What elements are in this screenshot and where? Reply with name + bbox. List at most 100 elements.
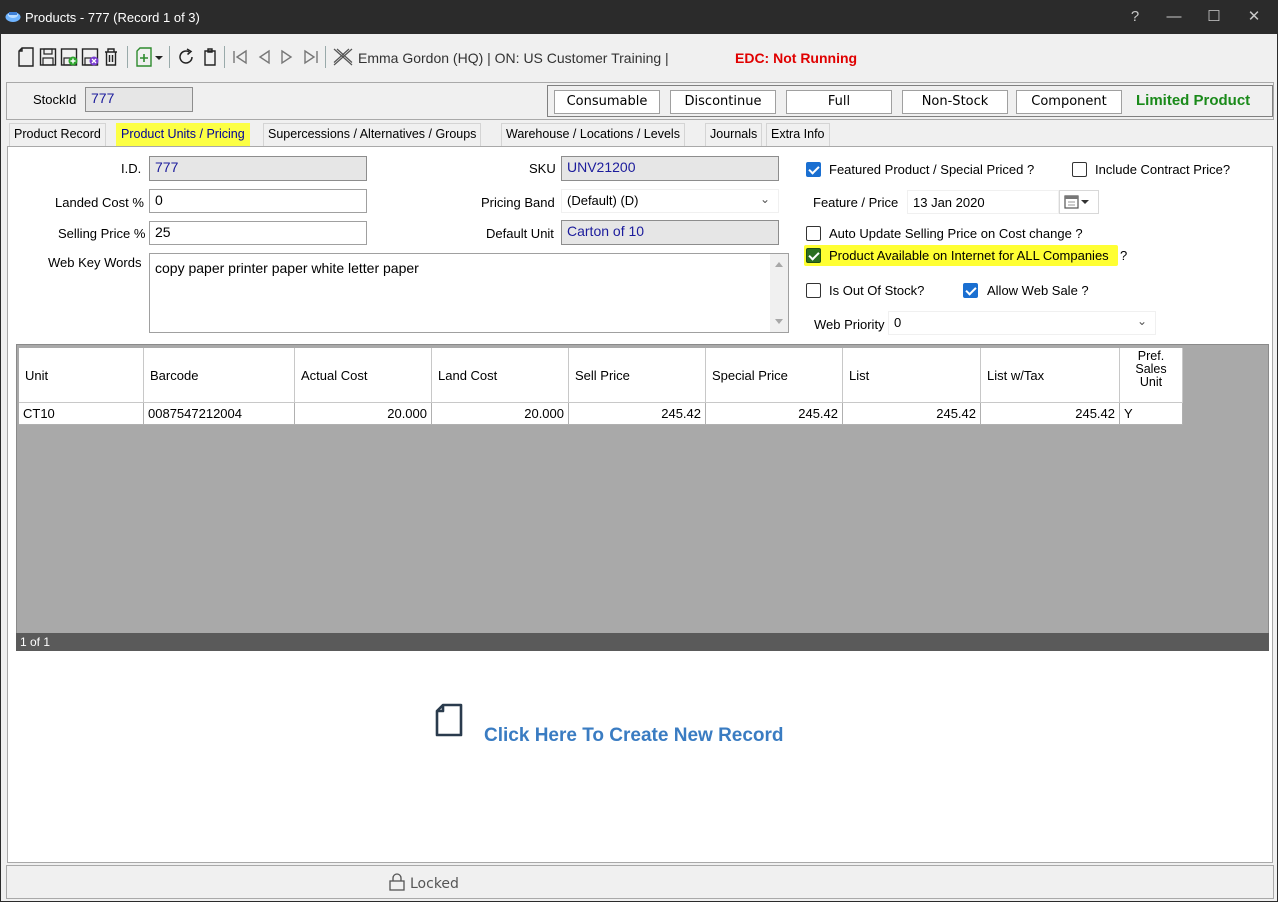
stockid-label: StockId <box>33 92 77 107</box>
grid-header-list[interactable]: List <box>843 348 981 403</box>
web-keywords-textarea[interactable]: copy paper printer paper white letter pa… <box>149 253 789 333</box>
featured-product-checkbox[interactable] <box>806 162 821 177</box>
units-grid: Unit Barcode Actual Cost Land Cost Sell … <box>16 344 1269 651</box>
selling-price-label: Selling Price % <box>58 226 146 241</box>
auto-update-price-checkbox[interactable] <box>806 226 821 241</box>
default-unit-field[interactable]: Carton of 10 <box>561 220 779 245</box>
consumable-button[interactable]: Consumable <box>554 90 660 114</box>
feature-price-label: Feature / Price <box>813 195 899 210</box>
available-internet-label: Product Available on Internet for ALL Co… <box>829 248 1109 263</box>
cell-land-cost[interactable]: 20.000 <box>432 403 569 425</box>
selling-price-input[interactable]: 25 <box>149 221 367 245</box>
cell-pref-sales-unit[interactable]: Y <box>1120 403 1183 425</box>
out-of-stock-checkbox[interactable] <box>806 283 821 298</box>
delete-icon[interactable] <box>102 47 120 67</box>
discontinue-button[interactable]: Discontinue <box>670 90 776 114</box>
cell-list-w-tax[interactable]: 245.42 <box>981 403 1120 425</box>
close-button[interactable]: ✕ <box>1240 6 1268 28</box>
id-label: I.D. <box>121 161 142 176</box>
chevron-down-icon[interactable] <box>154 47 164 67</box>
include-contract-checkbox[interactable] <box>1072 162 1087 177</box>
scroll-down-icon[interactable] <box>774 318 784 326</box>
create-new-record-link[interactable]: Click Here To Create New Record <box>484 725 784 747</box>
next-record-icon[interactable] <box>278 47 296 67</box>
toolbar-separator <box>169 46 170 68</box>
component-button[interactable]: Component <box>1016 90 1122 114</box>
grid-header-unit[interactable]: Unit <box>19 348 144 403</box>
sku-label: SKU <box>529 161 556 176</box>
grid-header-sell-price[interactable]: Sell Price <box>569 348 706 403</box>
allow-web-sale-label: Allow Web Sale ? <box>987 283 1089 298</box>
date-picker-button[interactable] <box>1059 190 1099 214</box>
id-field[interactable]: 777 <box>149 156 367 181</box>
save-new-icon[interactable] <box>60 47 78 67</box>
close-x-icon[interactable] <box>332 47 354 67</box>
pricing-band-value: (Default) (D) <box>567 193 639 208</box>
chevron-down-icon: ⌄ <box>759 192 770 206</box>
grid-record-count: 1 of 1 <box>16 633 1269 651</box>
add-dropdown-icon[interactable] <box>135 47 153 67</box>
toolbar-separator <box>127 46 128 68</box>
web-priority-value: 0 <box>894 315 902 330</box>
include-contract-label: Include Contract Price? <box>1095 162 1231 177</box>
tab-product-units-pricing[interactable]: Product Units / Pricing <box>116 123 250 146</box>
grid-header-special-price[interactable]: Special Price <box>706 348 843 403</box>
tab-warehouse[interactable]: Warehouse / Locations / Levels <box>501 123 685 146</box>
out-of-stock-label: Is Out Of Stock? <box>829 283 925 298</box>
last-record-icon[interactable] <box>302 47 320 67</box>
available-internet-suffix: ? <box>1120 248 1128 263</box>
available-internet-checkbox[interactable] <box>806 248 821 263</box>
chevron-down-icon: ⌄ <box>1136 314 1147 328</box>
toolbar: Emma Gordon (HQ) | ON: US Customer Train… <box>1 34 1277 80</box>
cell-sell-price[interactable]: 245.42 <box>569 403 706 425</box>
first-record-icon[interactable] <box>231 47 249 67</box>
cell-unit[interactable]: CT10 <box>19 403 144 425</box>
scroll-up-icon[interactable] <box>774 260 784 268</box>
default-unit-label: Default Unit <box>486 226 554 241</box>
grid-header-list-w-tax[interactable]: List w/Tax <box>981 348 1120 403</box>
grid-header-actual-cost[interactable]: Actual Cost <box>295 348 432 403</box>
grid-header-pref-sales-unit[interactable]: Pref. Sales Unit <box>1120 348 1183 403</box>
new-icon[interactable] <box>17 47 35 67</box>
cell-list[interactable]: 245.42 <box>843 403 981 425</box>
tab-supercessions[interactable]: Supercessions / Alternatives / Groups <box>263 123 482 146</box>
non-stock-button[interactable]: Non-Stock <box>902 90 1008 114</box>
pricing-band-label: Pricing Band <box>481 195 555 210</box>
tab-extra-info[interactable]: Extra Info <box>766 123 830 146</box>
calendar-icon <box>1064 195 1089 209</box>
clipboard-icon[interactable] <box>201 47 219 67</box>
feature-date-input[interactable]: 13 Jan 2020 <box>907 190 1059 214</box>
maximize-button[interactable]: ☐ <box>1200 6 1228 28</box>
tab-product-record[interactable]: Product Record <box>9 123 106 146</box>
landed-cost-input[interactable]: 0 <box>149 189 367 213</box>
toolbar-separator <box>325 46 326 68</box>
status-bar: Locked <box>6 865 1274 899</box>
auto-update-price-label: Auto Update Selling Price on Cost change… <box>829 226 1083 241</box>
toolbar-separator <box>224 46 225 68</box>
keywords-scrollbar[interactable] <box>770 254 788 332</box>
landed-cost-label: Landed Cost % <box>55 195 144 210</box>
cell-actual-cost[interactable]: 20.000 <box>295 403 432 425</box>
cell-special-price[interactable]: 245.42 <box>706 403 843 425</box>
help-button[interactable]: ? <box>1121 6 1149 28</box>
allow-web-sale-checkbox[interactable] <box>963 283 978 298</box>
window-title: Products - 777 (Record 1 of 3) <box>25 10 200 25</box>
grid-header-land-cost[interactable]: Land Cost <box>432 348 569 403</box>
tab-journals[interactable]: Journals <box>705 123 763 146</box>
save-close-icon[interactable] <box>81 47 99 67</box>
cell-barcode[interactable]: 0087547212004 <box>144 403 295 425</box>
web-priority-select[interactable]: 0 ⌄ <box>888 311 1156 335</box>
minimize-button[interactable]: — <box>1160 6 1188 28</box>
product-type-group: Consumable Discontinue Full Non-Stock Co… <box>547 85 1273 117</box>
sku-field[interactable]: UNV21200 <box>561 156 779 181</box>
lock-icon <box>389 873 405 891</box>
refresh-icon[interactable] <box>177 47 195 67</box>
stockid-field[interactable]: 777 <box>85 87 193 112</box>
grid-header-barcode[interactable]: Barcode <box>144 348 295 403</box>
full-button[interactable]: Full <box>786 90 892 114</box>
lock-status: Locked <box>410 876 459 892</box>
pricing-band-select[interactable]: (Default) (D) ⌄ <box>561 189 779 213</box>
previous-record-icon[interactable] <box>255 47 273 67</box>
save-icon[interactable] <box>39 47 57 67</box>
new-record-icon[interactable] <box>433 702 465 738</box>
